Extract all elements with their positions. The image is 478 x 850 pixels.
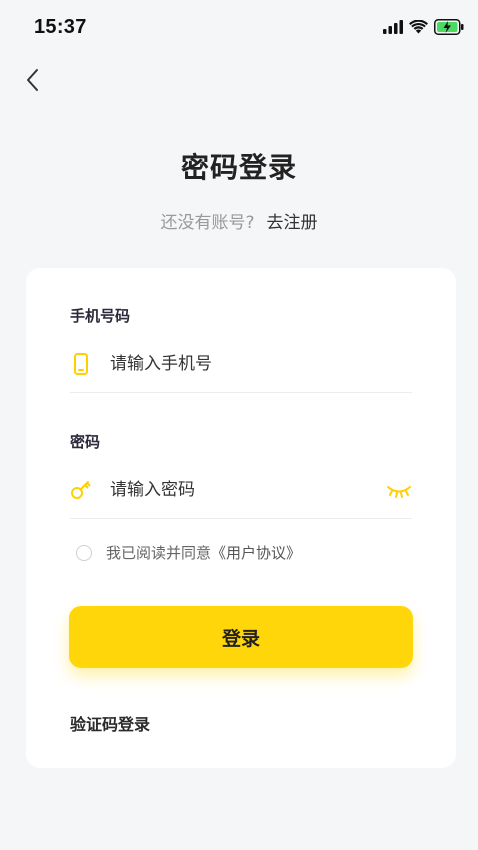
register-prompt: 还没有账号?: [160, 213, 255, 233]
phone-label: 手机号码: [70, 307, 131, 325]
login-card: 手机号码 密码: [26, 268, 456, 768]
chevron-left-icon: [25, 68, 39, 96]
agreement-text: 我已阅读并同意: [106, 544, 212, 562]
sms-code-login-link[interactable]: 验证码登录: [70, 711, 150, 735]
user-agreement-link[interactable]: 《用户协议》: [211, 542, 301, 563]
login-screen: 15:37 密码登录 还没有账号? 去注册 手机号码 请输入手机号 密码 我已阅…: [0, 0, 478, 850]
signal-icon: [383, 20, 403, 34]
register-line: 还没有账号? 去注册: [0, 208, 478, 233]
password-input[interactable]: [110, 474, 370, 506]
key-icon: [70, 478, 92, 502]
status-time: 15:37: [34, 16, 87, 38]
phone-icon: [70, 352, 92, 376]
login-button[interactable]: 登录: [69, 606, 413, 668]
battery-charging-icon: [434, 19, 464, 35]
phone-input[interactable]: [110, 348, 370, 380]
password-field-row: [70, 466, 412, 519]
wifi-icon: [409, 20, 428, 34]
back-button[interactable]: [14, 64, 50, 100]
eye-closed-icon[interactable]: [386, 480, 412, 500]
agreement-checkbox[interactable]: [76, 544, 92, 561]
phone-field-row: [70, 340, 412, 393]
status-bar: 15:37: [0, 0, 478, 56]
status-icons: [383, 19, 464, 35]
page-title: 密码登录: [180, 151, 297, 184]
register-link[interactable]: 去注册: [267, 213, 318, 233]
agreement-row: 我已阅读并同意 《用户协议》: [76, 542, 301, 563]
password-label: 密码: [70, 433, 101, 451]
